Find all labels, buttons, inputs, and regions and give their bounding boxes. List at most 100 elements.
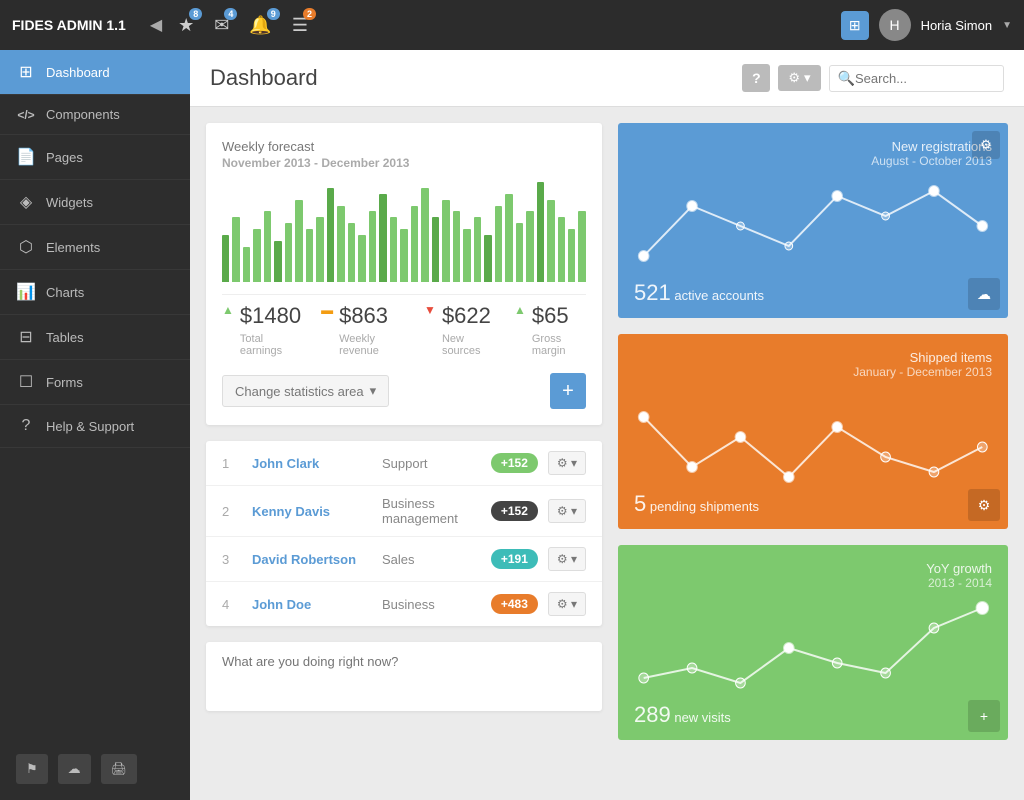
row-dept-3: Sales — [382, 552, 481, 567]
bar-9 — [316, 217, 323, 282]
registrations-label: active accounts — [674, 288, 764, 303]
bar-15 — [379, 194, 386, 282]
registrations-chart — [634, 176, 992, 276]
sidebar-label-forms: Forms — [46, 375, 83, 390]
bar-32 — [558, 217, 565, 282]
topbar-icon-star[interactable]: ★ 8 — [178, 15, 194, 36]
bar-20 — [432, 217, 439, 282]
star-badge: 8 — [189, 8, 202, 20]
user-name[interactable]: Horia Simon — [921, 18, 993, 33]
arrow-down-icon: ▼ — [424, 303, 436, 317]
row-name-1[interactable]: John Clark — [252, 456, 372, 471]
topbar-left: FIDES ADMIN 1.1 ◀ ★ 8 ✉ 4 🔔 9 ☰ 2 — [12, 15, 308, 36]
sidebar-toggle[interactable]: ◀ — [150, 15, 162, 35]
sidebar-item-widgets[interactable]: ◈ Widgets — [0, 180, 190, 225]
table-row: 4 John Doe Business +483 ⚙ ▾ — [206, 582, 602, 626]
row-num-2: 2 — [222, 504, 242, 519]
table-card: 1 John Clark Support +152 ⚙ ▾ 2 Kenny Da… — [206, 441, 602, 626]
growth-add-button[interactable]: + — [968, 700, 1000, 732]
arrow-neutral-icon: ▬ — [321, 303, 333, 317]
growth-stat: 289 new visits — [634, 702, 731, 728]
bar-26 — [495, 206, 502, 282]
growth-label: new visits — [674, 710, 730, 725]
sidebar-item-dashboard[interactable]: ⊞ Dashboard — [0, 50, 190, 95]
pages-icon: 📄 — [16, 147, 36, 167]
bar-24 — [474, 217, 481, 282]
growth-panel: YoY growth 2013 - 2014 — [618, 545, 1008, 740]
bar-13 — [358, 235, 365, 282]
change-statistics-button[interactable]: Change statistics area ▾ — [222, 375, 389, 407]
bar-16 — [390, 217, 397, 282]
bar-11 — [337, 206, 344, 282]
bar-2 — [243, 247, 250, 282]
flag-button[interactable]: ⚑ — [16, 754, 48, 784]
shipments-gear-button[interactable]: ⚙ — [968, 489, 1000, 521]
row-dept-4: Business — [382, 597, 481, 612]
bar-19 — [421, 188, 428, 282]
sidebar-item-components[interactable]: </> Components — [0, 95, 190, 135]
bar-31 — [547, 200, 554, 282]
row-name-2[interactable]: Kenny Davis — [252, 504, 372, 519]
bar-27 — [505, 194, 512, 282]
help-button[interactable]: ? — [742, 64, 770, 92]
row-name-4[interactable]: John Doe — [252, 597, 372, 612]
topbar-icon-bell[interactable]: 🔔 9 — [249, 15, 271, 36]
growth-title: YoY growth — [634, 561, 992, 576]
registrations-gear-button[interactable]: ⚙ — [972, 131, 1000, 159]
bar-21 — [442, 200, 449, 282]
sidebar-item-tables[interactable]: ⊟ Tables — [0, 315, 190, 360]
sidebar-label-widgets: Widgets — [46, 195, 93, 210]
registrations-title: New registrations — [634, 139, 992, 154]
main-content: Dashboard ? ⚙ ▾ 🔍 Weekly forecast — [190, 50, 1024, 800]
sidebar-item-pages[interactable]: 📄 Pages — [0, 135, 190, 180]
sidebar-item-help[interactable]: ? Help & Support — [0, 405, 190, 448]
stat-weekly: ▬ $863 Weekly revenue — [321, 303, 404, 357]
avatar: H — [879, 9, 911, 41]
list-badge: 2 — [303, 8, 316, 20]
growth-period: 2013 - 2014 — [634, 576, 992, 590]
bar-chart — [222, 182, 586, 282]
topbar-icon-list[interactable]: ☰ 2 — [292, 15, 308, 36]
topbar-icon-mail[interactable]: ✉ 4 — [214, 15, 229, 36]
bar-33 — [568, 229, 575, 282]
settings-button[interactable]: ⚙ ▾ — [778, 65, 820, 91]
elements-icon: ⬡ — [16, 237, 36, 257]
app-title: FIDES ADMIN 1.1 — [12, 17, 126, 33]
stat-gross-label: Gross margin — [532, 333, 586, 357]
add-button[interactable]: + — [550, 373, 586, 409]
sidebar-item-charts[interactable]: 📊 Charts — [0, 270, 190, 315]
bar-6 — [285, 223, 292, 282]
registrations-cloud-button[interactable]: ☁ — [968, 278, 1000, 310]
tables-icon: ⊟ — [16, 327, 36, 347]
sidebar-label-charts: Charts — [46, 285, 84, 300]
bell-badge: 9 — [267, 8, 280, 20]
page-title: Dashboard — [210, 65, 318, 91]
search-icon: 🔍 — [838, 70, 855, 87]
growth-chart — [634, 598, 992, 698]
row-name-3[interactable]: David Robertson — [252, 552, 372, 567]
registrations-value: 521 — [634, 280, 671, 305]
row-action-4[interactable]: ⚙ ▾ — [548, 592, 586, 616]
row-action-1[interactable]: ⚙ ▾ — [548, 451, 586, 475]
bar-5 — [274, 241, 281, 282]
print-button[interactable]: 🖨 — [101, 754, 138, 784]
grid-icon[interactable]: ⊞ — [841, 11, 869, 40]
sidebar-label-components: Components — [46, 107, 120, 122]
stat-source-label: New sources — [442, 333, 494, 357]
sidebar: ⊞ Dashboard </> Components 📄 Pages ◈ Wid… — [0, 50, 190, 800]
row-action-3[interactable]: ⚙ ▾ — [548, 547, 586, 571]
activity-textarea[interactable] — [222, 654, 586, 694]
row-dept-1: Support — [382, 456, 481, 471]
bar-17 — [400, 229, 407, 282]
sidebar-item-forms[interactable]: ☐ Forms — [0, 360, 190, 405]
cloud-button[interactable]: ☁ — [58, 754, 91, 784]
bar-7 — [295, 200, 302, 282]
sidebar-item-elements[interactable]: ⬡ Elements — [0, 225, 190, 270]
sidebar-bottom: ⚑ ☁ 🖨 — [0, 738, 190, 800]
row-badge-1: +152 — [491, 453, 538, 473]
row-action-2[interactable]: ⚙ ▾ — [548, 499, 586, 523]
change-stats-caret-icon: ▾ — [370, 383, 377, 399]
row-num-4: 4 — [222, 597, 242, 612]
search-input[interactable] — [855, 71, 995, 86]
registrations-period: August - October 2013 — [634, 154, 992, 168]
